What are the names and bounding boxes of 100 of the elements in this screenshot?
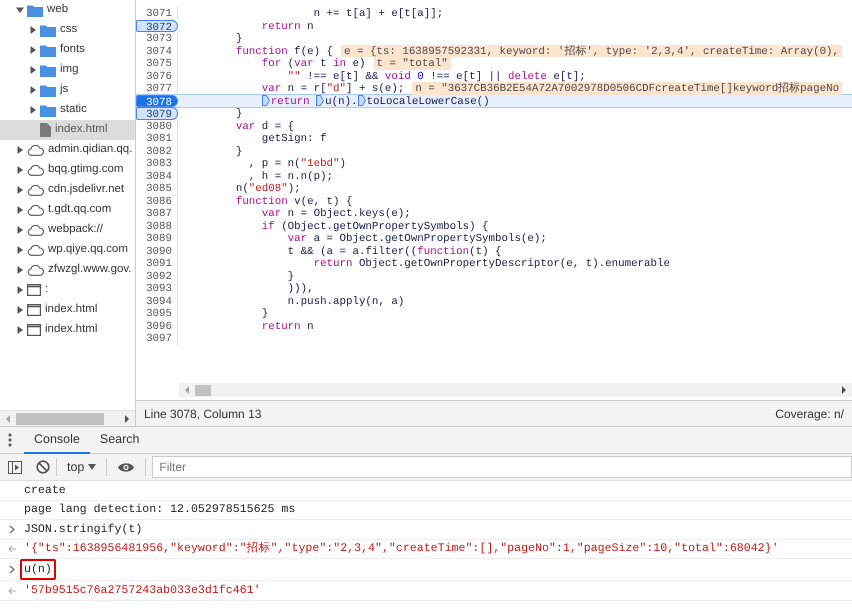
cloud-icon (27, 164, 44, 176)
expand-arrow-icon[interactable] (16, 246, 24, 254)
tree-item[interactable]: cdn.jsdelivr.net (0, 180, 135, 200)
cloud-icon (27, 224, 44, 236)
step-marker-icon[interactable] (358, 95, 366, 106)
code-text: , p = n("1ebd") (248, 157, 346, 170)
tree-item[interactable]: : (0, 280, 135, 300)
line-number: 3088 (136, 220, 178, 232)
horizontal-scrollbar[interactable] (179, 383, 852, 397)
console-result-text: '57b9515c76a2757243ab033e3d1fc461' (24, 582, 261, 599)
code-text: getSign: f (260, 132, 327, 144)
tree-item[interactable]: static (0, 100, 135, 120)
code-text: } (286, 270, 294, 282)
cloud-icon (27, 144, 44, 156)
line-number: 3083 (136, 157, 178, 170)
line-number: 3094 (136, 294, 178, 307)
tree-item[interactable]: css (0, 20, 135, 40)
frame-icon (27, 304, 41, 316)
console-log-text: create (24, 482, 66, 499)
cursor-position: Line 3078, Column 13 (144, 406, 262, 422)
expand-arrow-icon[interactable] (29, 86, 37, 94)
line-number: 3089 (136, 232, 178, 244)
code-text: u(n). (325, 94, 358, 107)
expand-arrow-icon[interactable] (29, 26, 37, 34)
tree-item[interactable]: webpack:// (0, 220, 135, 240)
file-icon (40, 123, 51, 137)
dropdown-caret-icon[interactable] (88, 464, 96, 470)
collapse-arrow-icon[interactable] (16, 6, 24, 14)
folder-icon (27, 4, 43, 16)
line-number: 3087 (136, 207, 178, 220)
line-number: 3093 (136, 282, 178, 294)
cloud-icon (27, 184, 44, 196)
folder-icon (40, 24, 56, 36)
code-text: } (260, 307, 268, 320)
result-arrow-icon (8, 586, 16, 595)
tree-item[interactable]: bqq.gtimg.com (0, 160, 135, 180)
expand-arrow-icon[interactable] (29, 46, 37, 54)
breakpoint-line-number[interactable]: 3072 (136, 20, 178, 32)
code-text: return n (260, 20, 314, 32)
horizontal-scrollbar[interactable] (0, 410, 135, 426)
eye-icon[interactable] (117, 462, 136, 472)
tree-item[interactable]: fonts (0, 40, 135, 60)
code-text: var n = Object.keys(e); (260, 207, 411, 220)
scroll-right-icon[interactable] (123, 414, 131, 422)
code-text: } (234, 32, 242, 44)
result-arrow-icon (8, 544, 16, 553)
expand-arrow-icon[interactable] (16, 186, 24, 194)
folder-icon (40, 64, 56, 76)
tree-item[interactable]: web (0, 0, 135, 20)
expand-arrow-icon[interactable] (16, 166, 24, 174)
breakpoint-line-number[interactable]: 3079 (136, 107, 178, 120)
line-number: 3092 (136, 270, 178, 282)
line-number: 3075 (136, 57, 178, 70)
line-number: 3090 (136, 244, 178, 257)
inline-value: n = "3637CB36B2E54A72A7002978D0506CDFcreateTime[]keyword招标pageNo (412, 82, 842, 94)
code-text: n += t[a] + e[t[a]]; (312, 7, 444, 20)
tree-item[interactable]: img (0, 60, 135, 80)
line-number: 3076 (136, 70, 178, 82)
console-input-text: JSON.stringify(t) (24, 522, 142, 538)
more-menu-icon[interactable] (8, 433, 12, 447)
line-number: 3085 (136, 182, 178, 194)
tree-item[interactable]: js (0, 80, 135, 100)
tree-item[interactable]: index.html (0, 300, 135, 320)
code-text: var n = r["d"] + s(e); (260, 82, 404, 94)
tree-item[interactable]: admin.qidian.qq. (0, 140, 135, 160)
tree-item[interactable]: index.html (0, 120, 135, 140)
code-text: "" !== e[t] && void 0 !== e[t] || delete e[t]; (286, 70, 586, 82)
step-marker-icon[interactable] (262, 95, 270, 106)
expand-arrow-icon[interactable] (16, 146, 24, 154)
drawer-tab[interactable]: Search (90, 426, 150, 454)
expand-arrow-icon[interactable] (16, 226, 24, 234)
clear-console-icon[interactable] (36, 460, 50, 474)
tree-item[interactable]: zfwzgl.www.gov. (0, 260, 135, 280)
inline-value: t = "total" (374, 57, 451, 70)
scrollbar-thumb[interactable] (195, 384, 211, 396)
expand-arrow-icon[interactable] (29, 106, 37, 114)
expand-arrow-icon[interactable] (29, 66, 37, 74)
context-selector[interactable]: top (63, 458, 100, 476)
expand-arrow-icon[interactable] (16, 306, 24, 314)
code-text: t && (a = a.filter((function(t) { (286, 244, 502, 257)
cloud-icon (27, 264, 44, 276)
line-number: 3097 (136, 332, 178, 344)
scrollbar-thumb[interactable] (16, 412, 104, 424)
expand-arrow-icon[interactable] (16, 206, 24, 214)
tree-item[interactable]: index.html (0, 320, 135, 340)
code-text: function v(e, t) { (234, 194, 352, 207)
frame-icon (27, 284, 41, 296)
sidebar-toggle-icon[interactable] (8, 460, 22, 474)
expand-arrow-icon[interactable] (16, 266, 24, 274)
line-number: 3082 (136, 144, 178, 157)
breakpoint-line-number[interactable]: 3078 (136, 94, 178, 107)
expand-arrow-icon[interactable] (16, 326, 24, 334)
code-text: if (Object.getOwnPropertySymbols) { (260, 220, 489, 232)
scroll-right-icon[interactable] (840, 386, 848, 394)
step-marker-icon[interactable] (316, 95, 324, 106)
filter-field[interactable]: Filter (152, 456, 852, 478)
tree-item[interactable]: t.gdt.qq.com (0, 200, 135, 220)
console-log-text: page lang detection: 12.052978515625 ms (24, 502, 296, 518)
tree-item[interactable]: wp.qiye.qq.com (0, 240, 135, 260)
expand-arrow-icon[interactable] (16, 286, 24, 294)
